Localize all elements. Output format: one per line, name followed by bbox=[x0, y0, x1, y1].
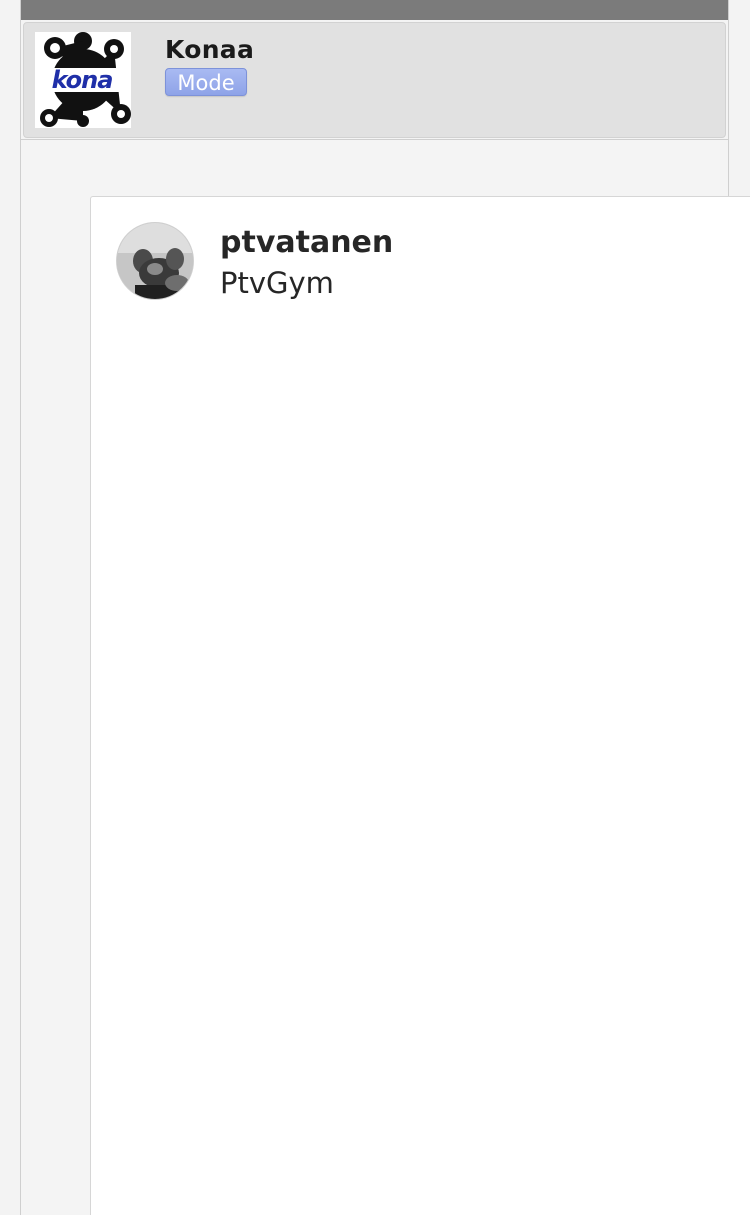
header-divider bbox=[21, 139, 728, 140]
app-page: kona Konaa Mode ptvatanen PtvGym bbox=[0, 0, 750, 1215]
mode-button[interactable]: Mode bbox=[165, 68, 247, 96]
kona-logo-graphic: kona bbox=[35, 32, 131, 127]
profile-panel: ptvatanen PtvGym bbox=[90, 196, 750, 1215]
kona-logo-icon: kona bbox=[35, 32, 131, 128]
profile-photo-graphic bbox=[117, 223, 193, 299]
brand-name: Konaa bbox=[165, 35, 255, 64]
profile-full-name: PtvGym bbox=[220, 266, 334, 300]
top-bar bbox=[21, 0, 728, 20]
brand-header: kona Konaa Mode bbox=[23, 22, 726, 138]
profile-avatar-icon[interactable] bbox=[116, 222, 194, 300]
profile-username[interactable]: ptvatanen bbox=[220, 225, 393, 260]
svg-text:kona: kona bbox=[52, 66, 113, 94]
